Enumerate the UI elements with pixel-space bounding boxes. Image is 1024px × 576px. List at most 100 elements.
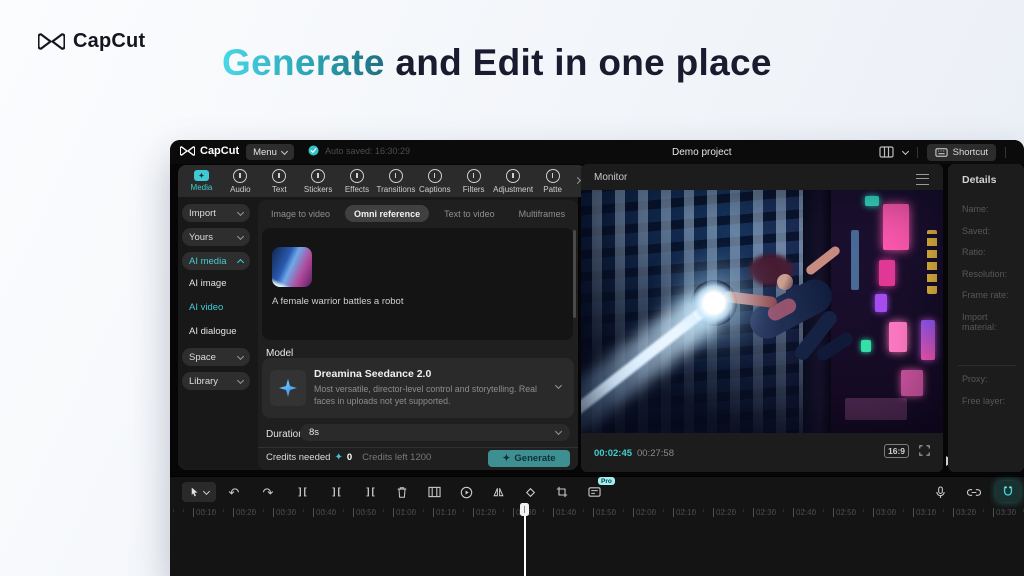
- gen-tab-text-to-video[interactable]: Text to video: [435, 205, 504, 222]
- autosave-text: Auto saved: 16:30:29: [325, 146, 410, 156]
- ribbon-tab-label: Filters: [463, 185, 485, 194]
- chevron-down-icon: [203, 487, 210, 494]
- shortcut-button[interactable]: Shortcut: [927, 144, 996, 161]
- detail-field: Ratio:: [962, 247, 1024, 257]
- delete-left-icon[interactable]: ][: [326, 482, 346, 502]
- divider: [1005, 147, 1006, 158]
- chevron-down-icon: [237, 352, 244, 359]
- ribbon-tab-media[interactable]: ✦ Media: [182, 170, 221, 192]
- snap-magnet-toggle[interactable]: [996, 481, 1020, 502]
- playhead-handle[interactable]: [520, 503, 529, 516]
- freeze-frame-icon[interactable]: [424, 482, 444, 502]
- sidebar-item-space[interactable]: Space: [182, 348, 250, 366]
- panel-scrollbar[interactable]: [573, 230, 576, 318]
- generate-button[interactable]: ✦Generate: [488, 450, 570, 467]
- credits-row: Credits needed ✦ 0 Credits left 1200: [266, 452, 431, 463]
- monitor-menu-icon[interactable]: [916, 174, 929, 185]
- ribbon-tab-effects[interactable]: Effects: [338, 169, 377, 194]
- sidebar-label: Yours: [189, 232, 213, 243]
- ribbon-tab-label: Audio: [230, 185, 250, 194]
- chevron-down-icon: [281, 147, 288, 154]
- ruler-label: 01:50: [593, 508, 616, 517]
- app-titlebar: CapCut Menu Auto saved: 16:30:29 Demo pr…: [170, 140, 1024, 164]
- chevron-down-icon: [237, 232, 244, 239]
- video-preview[interactable]: [581, 190, 943, 433]
- record-voiceover-icon[interactable]: [930, 482, 950, 502]
- shortcut-label: Shortcut: [953, 147, 988, 158]
- capcut-logo-icon: [38, 33, 65, 50]
- ruler-label: 02:40: [793, 508, 816, 517]
- gen-tab-omni-reference[interactable]: Omni reference: [345, 205, 429, 222]
- mirror-icon[interactable]: [488, 482, 508, 502]
- model-selector[interactable]: Dreamina Seedance 2.0 Most versatile, di…: [262, 358, 574, 418]
- details-panel: Details Name: Saved: Ratio: Resolution: …: [948, 164, 1024, 472]
- redo-icon[interactable]: ↷: [258, 482, 278, 502]
- sidebar-item-library[interactable]: Library: [182, 372, 250, 390]
- ruler-label: 00:50: [353, 508, 376, 517]
- select-tool-button[interactable]: [182, 482, 216, 502]
- chevron-down-icon: [237, 376, 244, 383]
- fullscreen-icon[interactable]: [919, 445, 930, 456]
- auto-captions-icon[interactable]: [584, 482, 604, 502]
- duration-label: Duration: [266, 429, 304, 440]
- ribbon-tab-pattern[interactable]: Patte: [533, 169, 572, 194]
- link-clips-icon[interactable]: [964, 482, 984, 502]
- stickers-icon: [311, 169, 325, 183]
- media-icon: ✦: [194, 170, 209, 181]
- page-title: Generate and Edit in one place: [222, 42, 772, 84]
- chevron-right-icon: [574, 176, 581, 183]
- ribbon-tab-label: Media: [191, 183, 213, 192]
- ruler-label: 03:30: [993, 508, 1016, 517]
- delete-right-icon[interactable]: ][: [360, 482, 380, 502]
- app-logo-text: CapCut: [200, 145, 239, 157]
- ribbon-tab-filters[interactable]: Filters: [454, 169, 493, 194]
- sidebar-item-ai-dialogue[interactable]: AI dialogue: [189, 326, 237, 337]
- undo-icon[interactable]: ↶: [224, 482, 244, 502]
- model-description: Most versatile, director-level control a…: [314, 383, 546, 407]
- ribbon-tab-adjustment[interactable]: Adjustment: [493, 169, 533, 194]
- ruler-label: 00:20: [233, 508, 256, 517]
- timeline-ruler[interactable]: 00:1000:2000:3000:4000:5001:0001:1001:20…: [170, 506, 1024, 519]
- delete-icon[interactable]: [392, 482, 412, 502]
- capcut-logo-icon: [180, 146, 195, 156]
- chevron-down-icon[interactable]: [902, 147, 909, 154]
- ribbon-tab-captions[interactable]: Captions: [415, 169, 454, 194]
- divider: [958, 365, 1016, 366]
- ribbon-tab-audio[interactable]: Audio: [221, 169, 260, 194]
- credits-needed-value: 0: [347, 452, 352, 463]
- ruler-label: 02:20: [713, 508, 736, 517]
- split-icon[interactable]: ][: [292, 482, 312, 502]
- ruler-label: 00:10: [193, 508, 216, 517]
- ruler-label: 03:10: [913, 508, 936, 517]
- sidebar-item-yours[interactable]: Yours: [182, 228, 250, 246]
- duration-dropdown[interactable]: 8s: [300, 424, 570, 441]
- project-name: Demo project: [672, 147, 731, 158]
- ai-video-generator-panel: Image to video Omni reference Text to vi…: [258, 200, 578, 470]
- ruler-label: 02:10: [673, 508, 696, 517]
- gen-tab-image-to-video[interactable]: Image to video: [262, 205, 339, 222]
- ruler-label: 01:40: [553, 508, 576, 517]
- menu-button[interactable]: Menu: [246, 144, 294, 160]
- ribbon-tab-transitions[interactable]: Transitions: [376, 169, 415, 194]
- sidebar-item-ai-image[interactable]: AI image: [189, 278, 227, 289]
- ribbon-tab-stickers[interactable]: Stickers: [299, 169, 338, 194]
- prompt-card[interactable]: A female warrior battles a robot: [262, 228, 573, 340]
- sidebar-item-ai-media[interactable]: AI media: [182, 252, 250, 270]
- generate-label: Generate: [514, 453, 555, 464]
- chevron-down-icon: [237, 208, 244, 215]
- vignette: [581, 190, 943, 433]
- ribbon-tab-text[interactable]: Text: [260, 169, 299, 194]
- sidebar-item-ai-video[interactable]: AI video: [189, 302, 223, 313]
- playback-speed-icon[interactable]: [456, 482, 476, 502]
- timeline-panel: ↶ ↷ ][ ][ ][: [170, 476, 1024, 576]
- gen-tab-multiframes[interactable]: Multiframes: [510, 205, 575, 222]
- details-fields: Name: Saved: Ratio: Resolution: Frame ra…: [962, 204, 1024, 332]
- chevron-down-icon: [555, 428, 562, 435]
- sidebar-label: Import: [189, 208, 216, 219]
- ribbon-tab-label: Transitions: [376, 185, 415, 194]
- sidebar-item-import[interactable]: Import: [182, 204, 250, 222]
- aspect-ratio-badge[interactable]: 16:9: [884, 444, 909, 458]
- crop-icon[interactable]: [552, 482, 572, 502]
- layout-view-icon[interactable]: [879, 146, 894, 158]
- rotate-icon[interactable]: [520, 482, 540, 502]
